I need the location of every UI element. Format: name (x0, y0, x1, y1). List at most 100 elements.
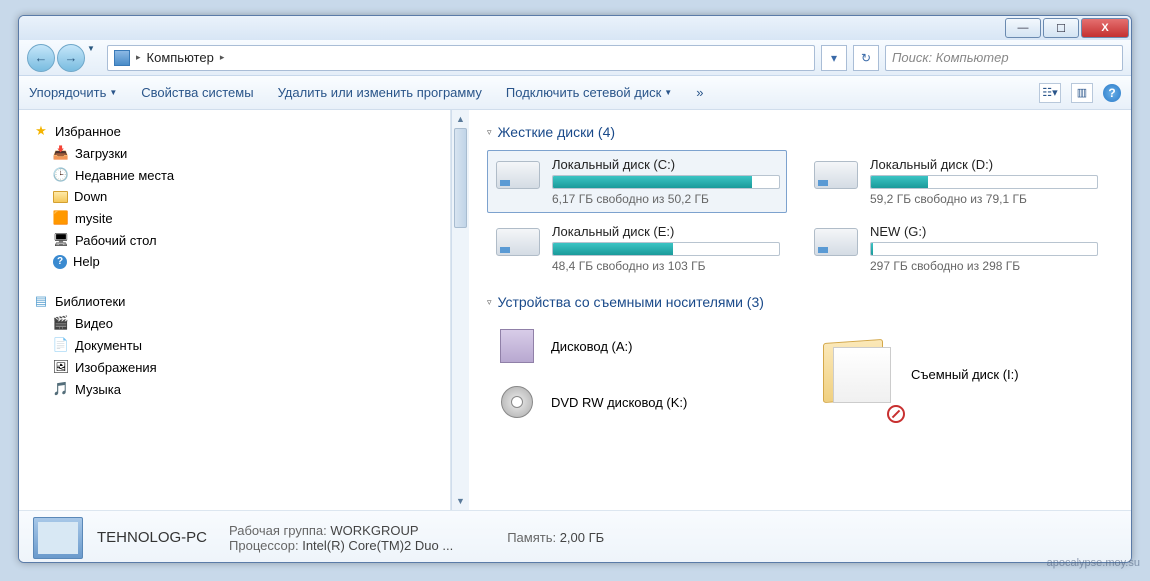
computer-icon (114, 50, 130, 66)
sidebar-item-label: Видео (75, 316, 113, 331)
refresh-button[interactable]: ↻ (853, 45, 879, 71)
star-icon: ★ (33, 123, 49, 139)
more-button[interactable]: » (696, 85, 703, 100)
capacity-bar (870, 175, 1098, 189)
history-dropdown[interactable]: ▼ (87, 44, 101, 72)
memory-label: Память: (507, 530, 556, 545)
navbar: ← → ▼ ▸ Компьютер ▸ ▾ ↻ Поиск: Компьютер (19, 40, 1131, 76)
sidebar-item-label: Help (73, 254, 100, 269)
capacity-bar (870, 242, 1098, 256)
drive-item[interactable]: Локальный диск (E:) 48,4 ГБ свободно из 1… (487, 217, 787, 280)
collapse-icon: ▿ (487, 127, 492, 138)
sidebar-item-label: Музыка (75, 382, 121, 397)
breadcrumb-item[interactable]: Компьютер (147, 50, 214, 65)
system-properties-button[interactable]: Свойства системы (141, 85, 253, 100)
scroll-up[interactable]: ▲ (452, 110, 469, 128)
favorites-group[interactable]: ★ Избранное (33, 120, 436, 142)
drive-info: 297 ГБ свободно из 298 ГБ (870, 259, 1098, 273)
removable-item[interactable]: Дисковод (A:) (487, 320, 787, 372)
maximize-button[interactable]: ☐ (1043, 18, 1079, 38)
sidebar-item[interactable]: 📥Загрузки (33, 142, 436, 164)
item-icon: 🖥 (53, 232, 69, 248)
drive-name: NEW (G:) (870, 224, 1098, 239)
workgroup-label: Рабочая группа: (229, 523, 327, 538)
organize-menu[interactable]: Упорядочить▼ (29, 85, 117, 100)
drive-info: 48,4 ГБ свободно из 103 ГБ (552, 259, 780, 273)
down-button[interactable]: ▾ (821, 45, 847, 71)
dvd-icon (501, 386, 533, 418)
watermark: apocalypse.moy.su (1047, 557, 1140, 569)
hdd-icon (814, 161, 858, 189)
capacity-bar (552, 175, 780, 189)
scroll-down[interactable]: ▼ (452, 492, 469, 510)
sidebar-item[interactable]: 🖥 Рабочий стол (33, 229, 436, 251)
minimize-button[interactable]: — (1005, 18, 1041, 38)
sidebar-item-label: mysite (75, 211, 113, 226)
hdd-icon (496, 161, 540, 189)
titlebar: — ☐ X (19, 16, 1131, 40)
preview-pane-button[interactable]: ▥ (1071, 83, 1093, 103)
hdd-section-header[interactable]: ▿ Жесткие диски (4) (487, 124, 1113, 140)
navigation-pane: ★ Избранное 📥Загрузки 🕒 Недавние места Down… (19, 110, 451, 510)
item-icon: 🎵 (53, 381, 69, 397)
sidebar-item-label: Документы (75, 338, 142, 353)
sidebar-item[interactable]: 🖼 Изображения (33, 356, 436, 378)
sidebar-item[interactable]: Down (33, 186, 436, 207)
removable-name: Съемный диск (I:) (911, 367, 1019, 382)
help-button[interactable]: ? (1103, 84, 1121, 102)
removable-item[interactable]: Съемный диск (I:) (805, 320, 1105, 428)
folder-open-icon (819, 337, 893, 411)
forward-button[interactable]: → (57, 44, 85, 72)
computer-icon (33, 517, 83, 559)
cpu-label: Процессор: (229, 538, 299, 553)
drive-item[interactable]: Локальный диск (C:)6,17 ГБ свободно из 5… (487, 150, 787, 213)
sidebar-item-label: Недавние места (75, 168, 174, 183)
item-icon: 📄 (53, 337, 69, 353)
hdd-icon (496, 228, 540, 256)
workgroup-value: WORKGROUP (330, 523, 418, 538)
sidebar-item[interactable]: 📄 Документы (33, 334, 436, 356)
view-options-button[interactable]: ☷▾ (1039, 83, 1061, 103)
hdd-icon (814, 228, 858, 256)
removable-item[interactable]: DVD RW дисковод (K:) (487, 376, 787, 428)
details-pane: TEHNOLOG-PC Рабочая группа: WORKGROUP Пр… (19, 510, 1131, 563)
item-icon: 🟧 (53, 210, 69, 226)
scroll-thumb[interactable] (454, 128, 467, 228)
breadcrumb-separator: ▸ (136, 52, 141, 63)
removable-name: Дисковод (A:) (551, 339, 632, 354)
drive-name: Локальный диск (E:) (552, 224, 780, 239)
close-button[interactable]: X (1081, 18, 1129, 38)
drive-item[interactable]: NEW (G:) 297 ГБ свободно из 298 ГБ (805, 217, 1105, 280)
explorer-window: — ☐ X ← → ▼ ▸ Компьютер ▸ ▾ ↻ Поиск: Ком… (18, 15, 1132, 563)
sidebar-item[interactable]: 🕒 Недавние места (33, 164, 436, 186)
item-icon: 🎬 (53, 315, 69, 331)
uninstall-button[interactable]: Удалить или изменить программу (278, 85, 482, 100)
search-input[interactable]: Поиск: Компьютер (885, 45, 1123, 71)
sidebar-item[interactable]: 🟧 mysite (33, 207, 436, 229)
sidebar-item[interactable]: 🎬 Видео (33, 312, 436, 334)
sidebar-scrollbar[interactable]: ▲ ▼ (451, 110, 469, 510)
item-icon: 🕒 (53, 167, 69, 183)
removable-section-header[interactable]: ▿ Устройства со съемными носителями (3) (487, 294, 1113, 310)
drive-name: Локальный диск (D:) (870, 157, 1098, 172)
item-icon: 🖼 (53, 359, 69, 375)
sidebar-item-label: Рабочий стол (75, 233, 157, 248)
libraries-icon: ▤ (33, 293, 49, 309)
breadcrumb[interactable]: ▸ Компьютер ▸ (107, 45, 815, 71)
memory-value: 2,00 ГБ (560, 530, 604, 545)
sidebar-item[interactable]: ?Help (33, 251, 436, 272)
sidebar-item[interactable]: 🎵 Музыка (33, 378, 436, 400)
drive-info: 59,2 ГБ свободно из 79,1 ГБ (870, 192, 1098, 206)
pc-name: TEHNOLOG-PC (97, 529, 207, 546)
back-button[interactable]: ← (27, 44, 55, 72)
content-pane: ▿ Жесткие диски (4) Локальный диск (C:)6… (469, 110, 1131, 510)
removable-name: DVD RW дисковод (K:) (551, 395, 687, 410)
drive-item[interactable]: Локальный диск (D:) 59,2 ГБ свободно из 7… (805, 150, 1105, 213)
libraries-group[interactable]: ▤ Библиотеки (33, 290, 436, 312)
sidebar-item-label: Изображения (75, 360, 157, 375)
map-network-drive-button[interactable]: Подключить сетевой диск▼ (506, 85, 672, 100)
sidebar-item-label: Down (74, 189, 107, 204)
sidebar-item-label: Загрузки (75, 146, 127, 161)
capacity-bar (552, 242, 780, 256)
drive-name: Локальный диск (C:) (552, 157, 780, 172)
